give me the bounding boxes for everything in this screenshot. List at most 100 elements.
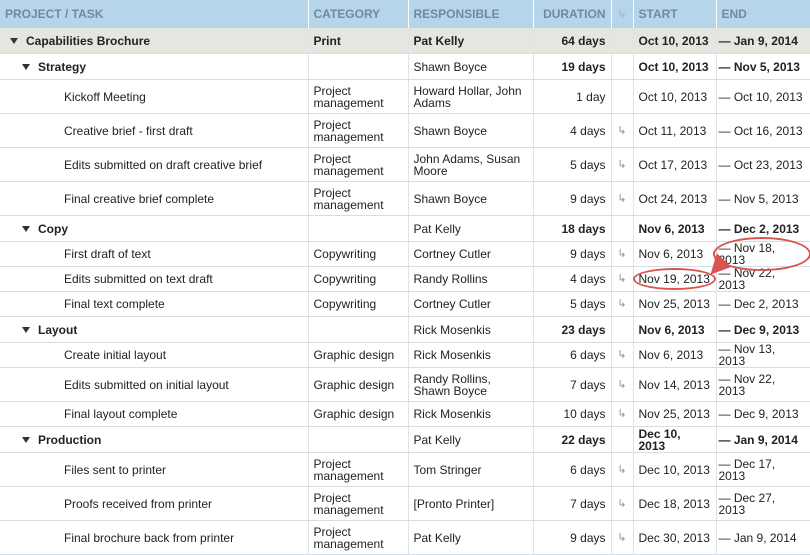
category-cell[interactable]: Project management [308,486,409,521]
duration-cell[interactable]: 4 days [533,266,612,292]
duration-cell[interactable]: 18 days [533,215,612,242]
category-cell[interactable]: Copywriting [308,266,409,292]
duration-cell[interactable]: 1 day [533,79,612,114]
responsible-cell[interactable]: Pat Kelly [408,28,534,54]
table-row[interactable]: Edits submitted on text draft Copywritin… [0,266,810,292]
responsible-cell[interactable]: Cortney Cutler [408,241,534,267]
start-cell[interactable]: Oct 17, 2013 [633,147,717,182]
task-cell[interactable]: Edits submitted on initial layout [0,367,309,402]
table-row[interactable]: First draft of text Copywriting Cortney … [0,237,810,271]
header-task[interactable]: PROJECT / TASK [0,0,309,28]
responsible-cell[interactable]: Randy Rollins [408,266,534,292]
end-cell[interactable]: — Nov 18, 2013 [712,237,810,271]
table-row[interactable]: Production Pat Kelly 22 days Dec 10, 201… [0,426,810,453]
end-cell[interactable]: — Oct 16, 2013 [716,113,810,148]
task-cell[interactable]: Final creative brief complete [0,181,309,216]
responsible-cell[interactable]: Shawn Boyce [408,181,534,216]
table-row[interactable]: Capabilities Brochure Print Pat Kelly 64… [0,28,810,54]
start-cell[interactable]: Nov 14, 2013 [633,367,717,402]
task-cell[interactable]: Layout [0,316,309,343]
responsible-cell[interactable]: Cortney Cutler [408,291,534,317]
start-cell[interactable]: Nov 25, 2013 [633,401,717,427]
table-row[interactable]: Final layout complete Graphic design Ric… [0,401,810,427]
start-cell[interactable]: Nov 25, 2013 [633,291,717,317]
category-cell[interactable]: Project management [308,79,409,114]
start-cell[interactable]: Oct 24, 2013 [633,181,717,216]
category-cell[interactable] [308,426,409,453]
duration-cell[interactable]: 7 days [533,486,612,521]
responsible-cell[interactable]: Shawn Boyce [408,53,534,80]
header-start[interactable]: START [633,0,717,28]
category-cell[interactable]: Graphic design [308,401,409,427]
duration-cell[interactable]: 64 days [533,28,612,54]
responsible-cell[interactable]: Tom Stringer [408,452,534,487]
table-row[interactable]: Kickoff Meeting Project management Howar… [0,79,810,114]
task-cell[interactable]: Capabilities Brochure [0,28,309,54]
start-cell[interactable]: Oct 10, 2013 [633,79,717,114]
responsible-cell[interactable]: Randy Rollins, Shawn Boyce [408,367,534,402]
responsible-cell[interactable]: [Pronto Printer] [408,486,534,521]
duration-cell[interactable]: 23 days [533,316,612,343]
end-cell[interactable]: — Oct 23, 2013 [716,147,810,182]
end-cell[interactable]: — Nov 22, 2013 [716,367,810,402]
collapse-triangle-icon[interactable] [10,38,18,45]
task-cell[interactable]: Strategy [0,53,309,80]
task-cell[interactable]: Copy [0,215,309,242]
duration-cell[interactable]: 7 days [533,367,612,402]
start-cell[interactable]: Oct 11, 2013 [633,113,717,148]
table-row[interactable]: Final text complete Copywriting Cortney … [0,291,810,317]
responsible-cell[interactable]: Pat Kelly [408,215,534,242]
task-cell[interactable]: Final text complete [0,291,309,317]
duration-cell[interactable]: 5 days [533,291,612,317]
task-cell[interactable]: Files sent to printer [0,452,309,487]
start-cell[interactable]: Nov 6, 2013 [633,342,717,368]
duration-cell[interactable]: 4 days [533,113,612,148]
end-cell[interactable]: — Dec 2, 2013 [716,291,810,317]
duration-cell[interactable]: 10 days [533,401,612,427]
task-cell[interactable]: Production [0,426,309,453]
task-cell[interactable]: First draft of text [0,241,309,267]
header-responsible[interactable]: RESPONSIBLE [408,0,534,28]
header-category[interactable]: CATEGORY [308,0,409,28]
table-row[interactable]: Layout Rick Mosenkis 23 days Nov 6, 2013… [0,316,810,343]
start-cell[interactable]: Dec 10, 2013 [633,452,717,487]
start-cell[interactable]: Nov 6, 2013 [633,241,717,267]
responsible-cell[interactable]: Howard Hollar, John Adams [408,79,534,114]
end-cell[interactable]: — Dec 17, 2013 [716,452,810,487]
category-cell[interactable]: Project management [308,147,409,182]
task-cell[interactable]: Final brochure back from printer [0,520,309,555]
table-row[interactable]: Edits submitted on draft creative brief … [0,147,810,182]
task-cell[interactable]: Final layout complete [0,401,309,427]
table-row[interactable]: Final brochure back from printer Project… [0,520,810,555]
start-cell[interactable]: Dec 30, 2013 [633,520,717,555]
category-cell[interactable] [308,215,409,242]
start-cell[interactable]: Dec 18, 2013 [633,486,717,521]
start-cell[interactable]: Nov 19, 2013 [632,266,717,292]
collapse-triangle-icon[interactable] [22,327,30,334]
end-cell[interactable]: — Jan 9, 2014 [716,426,810,453]
duration-cell[interactable]: 9 days [533,241,612,267]
task-cell[interactable]: Creative brief - first draft [0,113,309,148]
duration-cell[interactable]: 19 days [533,53,612,80]
collapse-triangle-icon[interactable] [22,64,30,71]
category-cell[interactable]: Graphic design [308,342,409,368]
task-cell[interactable]: Kickoff Meeting [0,79,309,114]
category-cell[interactable]: Graphic design [308,367,409,402]
end-cell[interactable]: — Jan 9, 2014 [716,28,810,54]
table-row[interactable]: Strategy Shawn Boyce 19 days Oct 10, 201… [0,53,810,80]
task-cell[interactable]: Edits submitted on text draft [0,266,309,292]
category-cell[interactable]: Print [308,28,409,54]
category-cell[interactable] [308,53,409,80]
duration-cell[interactable]: 9 days [533,520,612,555]
start-cell[interactable]: Nov 6, 2013 [633,316,717,343]
responsible-cell[interactable]: Pat Kelly [408,426,534,453]
category-cell[interactable]: Project management [308,452,409,487]
duration-cell[interactable]: 6 days [533,342,612,368]
end-cell[interactable]: — Dec 27, 2013 [716,486,810,521]
start-cell[interactable]: Oct 10, 2013 [633,53,717,80]
category-cell[interactable]: Project management [308,520,409,555]
duration-cell[interactable]: 5 days [533,147,612,182]
responsible-cell[interactable]: Rick Mosenkis [408,342,534,368]
task-cell[interactable]: Edits submitted on draft creative brief [0,147,309,182]
end-cell[interactable]: — Nov 13, 2013 [716,342,810,368]
